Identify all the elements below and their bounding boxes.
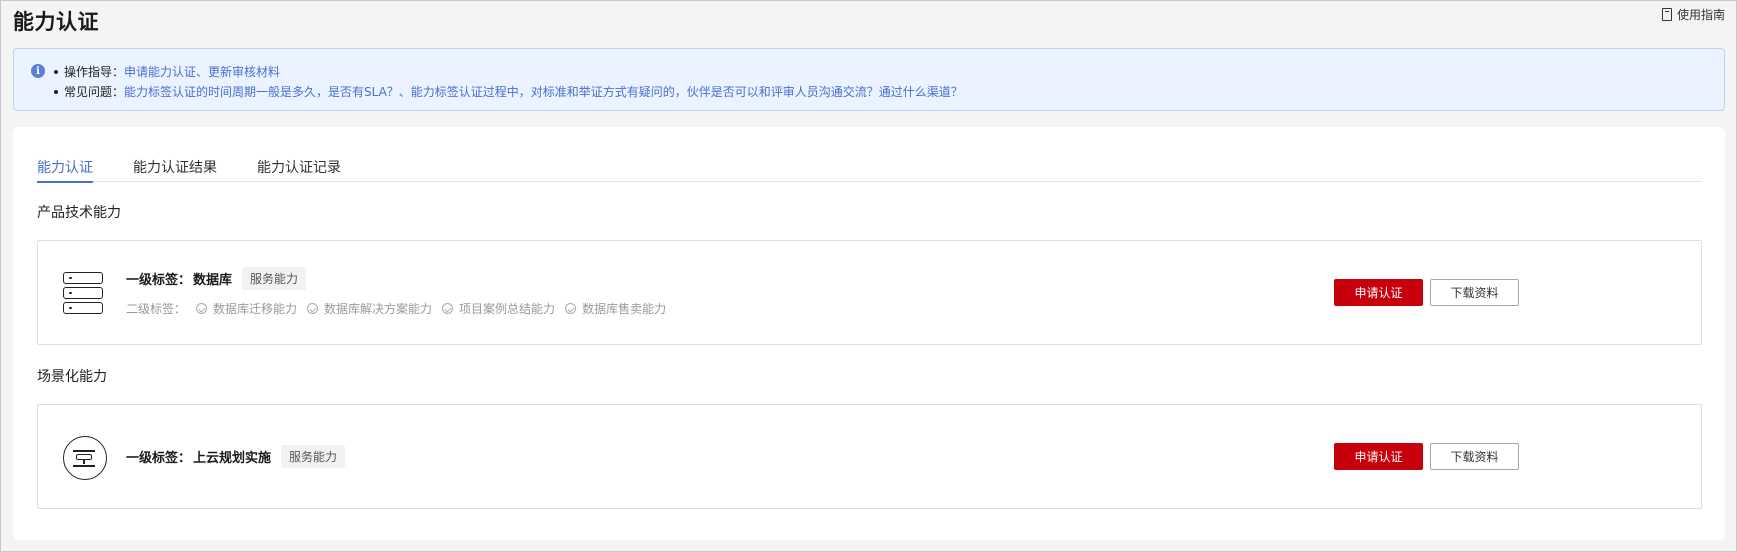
capability-item-database: 一级标签： 数据库 服务能力 二级标签： 数据库迁移能力 数据库解决方案能力 项…: [37, 240, 1702, 345]
database-server-icon: [63, 272, 103, 314]
page-title: 能力认证: [13, 10, 99, 34]
level1-value: 上云规划实施: [193, 451, 272, 466]
level2-tag: 数据库解决方案能力: [307, 300, 432, 317]
level2-tag: 项目案例总结能力: [442, 300, 555, 317]
tab-certification[interactable]: 能力认证: [37, 153, 93, 183]
notice-guide-link[interactable]: 申请能力认证、更新审核材料: [124, 63, 280, 80]
apply-certification-button[interactable]: 申请认证: [1334, 279, 1423, 306]
check-circle-icon: [196, 303, 208, 314]
section-title-scenario: 场景化能力: [37, 369, 107, 385]
document-icon: [1661, 8, 1672, 21]
level1-prefix: 一级标签：: [126, 451, 192, 466]
service-badge: 服务能力: [242, 267, 307, 290]
check-circle-icon: [565, 303, 577, 314]
notice-guide-label: 操作指导：: [64, 65, 125, 79]
bullet: [54, 69, 58, 74]
section-title-product-tech: 产品技术能力: [37, 205, 121, 221]
download-materials-button[interactable]: 下载资料: [1430, 443, 1519, 470]
level2-tag-label: 数据库解决方案能力: [324, 302, 433, 316]
capability-item-cloud-planning: 一级标签： 上云规划实施 服务能力 申请认证 下载资料: [37, 404, 1702, 509]
level2-tag-label: 数据库迁移能力: [213, 302, 298, 316]
apply-certification-button[interactable]: 申请认证: [1334, 443, 1423, 470]
tab-certification-records[interactable]: 能力认证记录: [257, 153, 341, 182]
level2-tag-label: 数据库售卖能力: [582, 302, 667, 316]
level1-prefix: 一级标签：: [126, 273, 192, 288]
notice-banner: i 操作指导： 申请能力认证、更新审核材料 常见问题： 能力标签认证的时间周期一…: [13, 48, 1725, 111]
cloud-planning-icon: [63, 436, 107, 480]
download-materials-button[interactable]: 下载资料: [1430, 279, 1519, 306]
tab-certification-results[interactable]: 能力认证结果: [133, 153, 217, 182]
level2-tag: 数据库售卖能力: [565, 300, 666, 317]
level2-tag-label: 项目案例总结能力: [459, 302, 556, 316]
level1-value: 数据库: [193, 273, 233, 288]
notice-row-faq: 常见问题： 能力标签认证的时间周期一般是多久，是否有SLA？、能力标签认证过程中…: [54, 83, 963, 100]
notice-faq-label: 常见问题：: [64, 85, 125, 99]
bullet: [54, 89, 58, 94]
level1-tag: 一级标签： 上云规划实施 服务能力: [126, 445, 346, 468]
level2-prefix: 二级标签：: [126, 302, 187, 316]
main-card: 能力认证 能力认证结果 能力认证记录 产品技术能力 一级标签： 数据库 服务能力…: [13, 127, 1725, 540]
user-guide-label: 使用指南: [1676, 8, 1725, 22]
notice-row-guide: 操作指导： 申请能力认证、更新审核材料: [54, 63, 280, 80]
info-icon: i: [31, 64, 45, 78]
level1-tag: 一级标签： 数据库 服务能力: [126, 267, 307, 290]
level2-tags: 二级标签： 数据库迁移能力 数据库解决方案能力 项目案例总结能力 数据库售卖能力: [126, 300, 676, 317]
check-circle-icon: [442, 303, 454, 314]
check-circle-icon: [307, 303, 319, 314]
level2-tag: 数据库迁移能力: [196, 300, 297, 317]
notice-faq-link[interactable]: 能力标签认证的时间周期一般是多久，是否有SLA？、能力标签认证过程中，对标准和举…: [124, 83, 963, 100]
user-guide-link[interactable]: 使用指南: [1661, 6, 1725, 23]
tab-bar: 能力认证 能力认证结果 能力认证记录: [37, 153, 1702, 183]
service-badge: 服务能力: [281, 445, 346, 468]
